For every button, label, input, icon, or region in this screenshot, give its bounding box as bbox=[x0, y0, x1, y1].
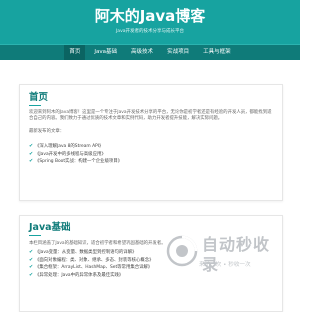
list-item[interactable]: ✔ 《集合框架：ArrayList、HashMap、Set等常用集合详解》 bbox=[29, 264, 154, 272]
site-header: 阿木的Java博客 Java开发者的技术分享与成长平台 bbox=[0, 0, 300, 44]
article-link[interactable]: 《集合框架：ArrayList、HashMap、Set等常用集合详解》 bbox=[35, 265, 152, 270]
title-underline bbox=[29, 105, 41, 106]
article-link[interactable]: 《深入理解Java 8的Stream API》 bbox=[35, 144, 103, 149]
nav-item-java-basics[interactable]: Java基础 bbox=[94, 45, 117, 60]
nav-item-projects[interactable]: 实战项目 bbox=[167, 45, 189, 60]
list-item[interactable]: ✔ 《面向对象编程：类、对象、继承、多态、封装等核心概念》 bbox=[29, 257, 154, 265]
article-link[interactable]: 《Spring Boot实战：构建一个企业级项目》 bbox=[35, 159, 122, 164]
home-section-title: 首页 bbox=[29, 92, 49, 103]
java-basics-section-title: Java基础 bbox=[29, 222, 71, 233]
main-nav: 首页 Java基础 高级技术 实战项目 工具与框架 bbox=[0, 44, 300, 60]
recent-articles-label: 最新发布的文章： bbox=[29, 129, 65, 134]
article-link[interactable]: 《Java变量：从变量、数据类型到控制语句的详解》 bbox=[35, 250, 136, 255]
nav-item-advanced[interactable]: 高级技术 bbox=[131, 45, 153, 60]
watermark: 自动秒收录 来访一次 • 秒收一次 bbox=[166, 233, 286, 279]
nav-item-home[interactable]: 首页 bbox=[64, 45, 86, 60]
watermark-tagline: 来访一次 • 秒收一次 bbox=[199, 262, 251, 268]
home-intro: 欢迎来到阿木的Java博客！这里是一个专注于Java开发技术分享的平台，无论你是… bbox=[29, 110, 272, 121]
list-item[interactable]: ✔ 《Java开发中的多线程与高级应用》 bbox=[29, 151, 122, 159]
site-title[interactable]: 阿木的Java博客 bbox=[0, 8, 300, 25]
title-underline bbox=[29, 235, 41, 236]
site-subtitle: Java开发者的技术分享与成长平台 bbox=[115, 29, 184, 34]
list-item[interactable]: ✔ 《Java变量：从变量、数据类型到控制语句的详解》 bbox=[29, 249, 154, 257]
list-item[interactable]: ✔ 《Spring Boot实战：构建一个企业级项目》 bbox=[29, 158, 122, 166]
watermark-text: 自动秒收录 bbox=[202, 235, 271, 274]
list-item[interactable]: ✔ 《异常处理：Java中的异常体系及最佳实践》 bbox=[29, 272, 154, 280]
article-link[interactable]: 《Java开发中的多线程与高级应用》 bbox=[35, 152, 106, 157]
recent-articles-list: ✔ 《深入理解Java 8的Stream API》 ✔ 《Java开发中的多线程与高… bbox=[29, 143, 122, 166]
watermark-logo-icon bbox=[166, 235, 198, 267]
article-link[interactable]: 《异常处理：Java中的异常体系及最佳实践》 bbox=[35, 273, 123, 278]
nav-item-tools[interactable]: 工具与框架 bbox=[203, 45, 231, 60]
list-item[interactable]: ✔ 《深入理解Java 8的Stream API》 bbox=[29, 143, 122, 151]
java-basics-list: ✔ 《Java变量：从变量、数据类型到控制语句的详解》 ✔ 《面向对象编程：类、对象… bbox=[29, 249, 154, 279]
article-link[interactable]: 《面向对象编程：类、对象、继承、多态、封装等核心概念》 bbox=[35, 258, 154, 263]
home-section: 首页 欢迎来到阿木的Java博客！这里是一个专注于Java开发技术分享的平台，无… bbox=[19, 84, 283, 201]
